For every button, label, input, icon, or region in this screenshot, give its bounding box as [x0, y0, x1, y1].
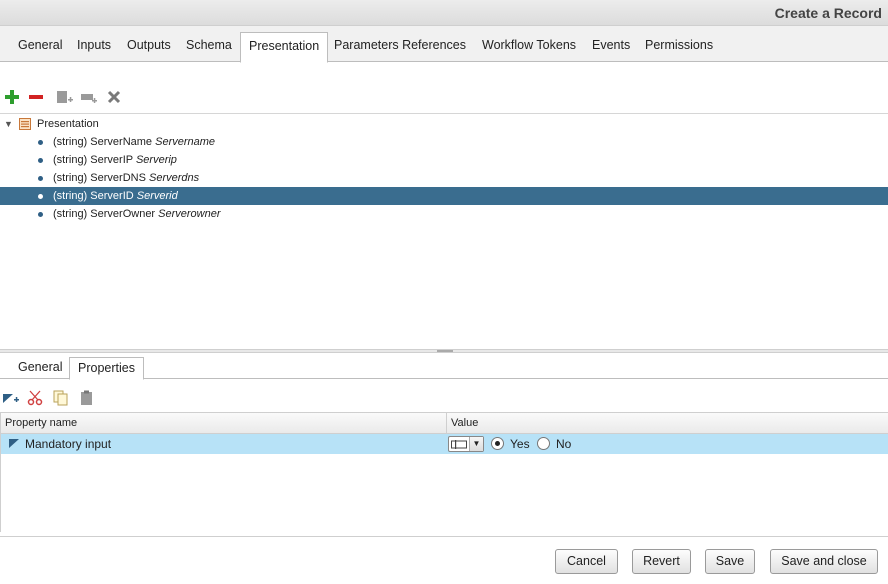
radio-no-label: No [556, 437, 572, 451]
column-divider[interactable] [446, 413, 447, 434]
tree-item-serverowner[interactable]: (string) ServerOwner Serverowner [0, 205, 888, 223]
tab-lower-properties[interactable]: Properties [69, 357, 144, 380]
pane-splitter[interactable] [0, 349, 888, 353]
bullet-icon [38, 176, 43, 181]
tree-item-serverip[interactable]: (string) ServerIP Serverip [0, 151, 888, 169]
input-field-icon [451, 440, 467, 449]
item-type: (string) [53, 154, 88, 166]
item-type: (string) [53, 190, 88, 202]
splitter-grip-icon[interactable] [437, 350, 453, 352]
item-type: (string) [53, 208, 88, 220]
tab-inputs[interactable]: Inputs [69, 32, 119, 62]
footer-divider [0, 536, 888, 537]
radio-no[interactable] [537, 437, 550, 450]
properties-header: Property name Value [1, 413, 888, 434]
title-bar: Create a Record [0, 0, 888, 26]
item-name: ServerID [90, 190, 134, 202]
property-name: Mandatory input [25, 437, 112, 451]
delete-icon[interactable] [105, 88, 123, 106]
tab-events[interactable]: Events [584, 32, 638, 62]
item-name: ServerOwner [90, 208, 156, 220]
presentation-toolbar [0, 86, 888, 108]
bullet-icon [38, 194, 43, 199]
revert-button[interactable]: Revert [632, 549, 691, 574]
tree-item-servername[interactable]: (string) ServerName Servername [0, 133, 888, 151]
tree-root[interactable]: ▼ Presentation [0, 115, 888, 133]
item-type: (string) [53, 136, 88, 148]
col-value: Value [451, 417, 479, 429]
bullet-icon [38, 212, 43, 217]
save-button[interactable]: Save [705, 549, 755, 574]
chevron-down-icon[interactable]: ▼ [469, 437, 483, 451]
lower-tab-bar: General Properties [0, 354, 888, 380]
tab-workflow-tokens[interactable]: Workflow Tokens [474, 32, 584, 62]
copy-icon[interactable] [52, 389, 70, 407]
item-alias: Serverip [135, 154, 177, 166]
item-type: (string) [53, 172, 88, 184]
add-group-icon[interactable] [80, 88, 98, 106]
bullet-icon [38, 140, 43, 145]
value-mode-dropdown[interactable]: ▼ [448, 436, 484, 452]
add-icon[interactable] [3, 88, 21, 106]
expand-arrow-icon[interactable]: ▼ [4, 115, 13, 133]
add-step-icon[interactable] [56, 88, 74, 106]
item-alias: Serverdns [148, 172, 200, 184]
tree-root-label: Presentation [37, 118, 99, 130]
window-title: Create a Record [774, 5, 882, 21]
main-tab-bar: General Inputs Outputs Schema Presentati… [0, 26, 888, 63]
item-alias: Servername [155, 136, 216, 148]
tree-item-serverid[interactable]: (string) ServerID Serverid [0, 187, 888, 205]
remove-icon[interactable] [27, 88, 45, 106]
item-name: ServerDNS [90, 172, 146, 184]
bullet-icon [38, 158, 43, 163]
item-name: ServerIP [90, 154, 133, 166]
property-flag-icon [8, 438, 20, 452]
save-and-close-button[interactable]: Save and close [770, 549, 878, 574]
tab-presentation[interactable]: Presentation [240, 32, 329, 63]
tab-general[interactable]: General [10, 32, 70, 62]
radio-yes-label: Yes [510, 437, 530, 451]
cut-icon[interactable] [26, 389, 44, 407]
properties-table: Property name Value Mandatory input ▼ Ye… [0, 412, 888, 532]
paste-icon[interactable] [78, 389, 96, 407]
tab-lower-general[interactable]: General [10, 357, 70, 379]
add-property-icon[interactable] [2, 389, 20, 407]
cancel-button[interactable]: Cancel [555, 549, 618, 574]
item-alias: Serverowner [158, 208, 221, 220]
tab-schema[interactable]: Schema [178, 32, 240, 62]
col-property-name: Property name [5, 417, 78, 429]
property-row-mandatory-input[interactable]: Mandatory input ▼ Yes No [1, 434, 888, 454]
tab-parameters-references[interactable]: Parameters References [326, 32, 474, 62]
item-alias: Serverid [136, 190, 178, 202]
tree-item-serverdns[interactable]: (string) ServerDNS Serverdns [0, 169, 888, 187]
properties-toolbar [0, 387, 888, 409]
tab-outputs[interactable]: Outputs [119, 32, 179, 62]
item-name: ServerName [90, 136, 153, 148]
presentation-tree: ▼ Presentation (string) ServerName Serve… [0, 113, 888, 349]
radio-yes[interactable] [491, 437, 504, 450]
tab-permissions[interactable]: Permissions [637, 32, 721, 62]
